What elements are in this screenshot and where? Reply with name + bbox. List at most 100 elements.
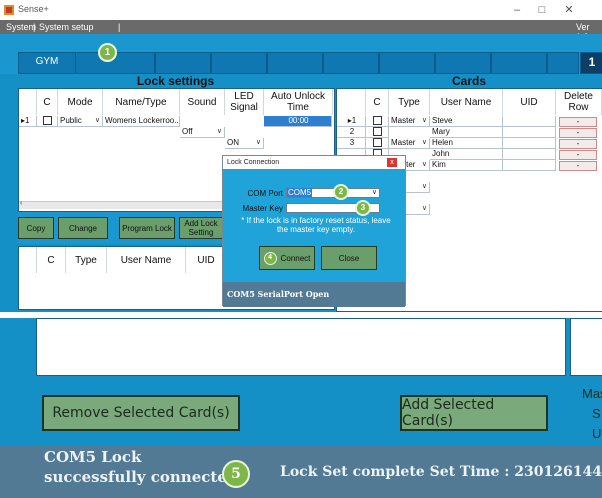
side-label: Mas bbox=[582, 386, 602, 401]
card-row-checkbox[interactable] bbox=[366, 127, 389, 138]
column-header[interactable]: UID bbox=[186, 247, 227, 273]
card-type-select[interactable]: Master bbox=[389, 138, 430, 149]
led-signal-select[interactable]: ON bbox=[225, 138, 264, 149]
delete-row-button[interactable]: - bbox=[559, 150, 597, 160]
zoomed-window: Remove Selected Card(s) Add Selected Car… bbox=[0, 318, 602, 498]
column-header[interactable]: Type bbox=[389, 89, 430, 115]
remove-selected-cards-button[interactable]: Remove Selected Card(s) bbox=[42, 395, 240, 431]
row-indicator: 3 bbox=[337, 138, 366, 149]
card-user-name[interactable]: Helen bbox=[430, 138, 503, 149]
tab-empty[interactable] bbox=[379, 52, 435, 74]
page-number: 1 bbox=[580, 52, 602, 74]
tab-gym[interactable]: GYM bbox=[18, 52, 76, 74]
dialog-status-bar: COM5 SerialPort Open bbox=[223, 282, 405, 307]
side-label: U bbox=[592, 426, 602, 441]
mode-select[interactable]: Public bbox=[58, 116, 103, 127]
step-badge-3: 3 bbox=[355, 200, 371, 216]
sound-select[interactable]: Off bbox=[180, 127, 225, 138]
step-badge-1: 1 bbox=[98, 43, 117, 62]
card-uid[interactable] bbox=[503, 127, 556, 138]
card-row-checkbox[interactable] bbox=[366, 138, 389, 149]
delete-row-button[interactable]: - bbox=[559, 161, 597, 171]
delete-row-button[interactable]: - bbox=[559, 117, 597, 127]
card-row-checkbox[interactable] bbox=[366, 116, 389, 127]
menu-bar: System | System setup | Ver 1.2 bbox=[0, 20, 602, 42]
lock-row-checkbox[interactable] bbox=[37, 116, 58, 127]
card-type-select[interactable]: Master bbox=[389, 116, 430, 127]
delete-row-button[interactable]: - bbox=[559, 139, 597, 149]
tab-empty[interactable] bbox=[155, 52, 211, 74]
row-indicator: 2 bbox=[337, 127, 366, 138]
card-uid[interactable] bbox=[503, 138, 556, 149]
column-header[interactable]: UID bbox=[503, 89, 556, 115]
tab-empty[interactable] bbox=[211, 52, 267, 74]
row-header-corner bbox=[337, 89, 366, 115]
step-badge-4: 4 bbox=[263, 251, 277, 265]
tab-empty[interactable] bbox=[491, 52, 547, 74]
menu-separator: | bbox=[118, 22, 121, 32]
master-key-note: * If the lock is in factory reset status… bbox=[241, 216, 391, 234]
column-header[interactable]: User Name bbox=[430, 89, 503, 115]
main-window: Sense+ – □ ✕ System | System setup | Ver… bbox=[0, 0, 602, 312]
status-line-2: successfully connected bbox=[44, 468, 238, 486]
card-uid[interactable] bbox=[503, 116, 556, 127]
delete-row-button[interactable]: - bbox=[559, 128, 597, 138]
connect-label: Connect bbox=[280, 253, 311, 263]
add-lock-setting-button[interactable]: Add Lock Setting bbox=[179, 217, 223, 239]
name-type-cell[interactable]: Womens Lockerroo... bbox=[103, 116, 180, 127]
copy-button[interactable]: Copy bbox=[18, 217, 54, 239]
column-header[interactable]: User Name bbox=[107, 247, 186, 273]
cards-title: Cards bbox=[451, 74, 486, 88]
lock-connection-dialog: Lock Connection x COM Port COM5 Master K… bbox=[222, 155, 406, 307]
card-uid[interactable] bbox=[503, 160, 556, 171]
status-line-1: COM5 Lock bbox=[44, 448, 142, 466]
column-header[interactable]: LED Signal bbox=[225, 89, 264, 115]
close-button[interactable]: Close bbox=[321, 246, 377, 270]
maximize-icon[interactable]: □ bbox=[531, 1, 553, 19]
close-icon[interactable]: ✕ bbox=[558, 1, 580, 19]
card-user-name[interactable]: John bbox=[430, 149, 503, 160]
tab-empty[interactable] bbox=[267, 52, 323, 74]
menu-separator: | bbox=[33, 22, 36, 32]
minimize-icon[interactable]: – bbox=[506, 1, 528, 19]
menu-system[interactable]: System bbox=[6, 22, 36, 32]
tab-empty[interactable] bbox=[323, 52, 379, 74]
row-header-corner bbox=[19, 89, 37, 115]
tab-empty[interactable] bbox=[435, 52, 491, 74]
title-bar: Sense+ – □ ✕ bbox=[0, 0, 602, 20]
column-header[interactable]: Delete Row bbox=[556, 89, 602, 115]
column-header[interactable]: C bbox=[37, 89, 58, 115]
com-port-value: COM5 bbox=[287, 188, 313, 197]
side-label: S bbox=[592, 406, 601, 421]
add-selected-cards-button[interactable]: Add Selected Card(s) bbox=[400, 395, 548, 431]
column-header[interactable]: Sound bbox=[180, 89, 225, 115]
card-uid[interactable] bbox=[503, 149, 556, 160]
column-header[interactable]: Name/Type bbox=[103, 89, 180, 115]
com-port-label: COM Port bbox=[247, 189, 283, 198]
connect-button[interactable]: 4 Connect bbox=[259, 246, 315, 270]
column-header[interactable]: C bbox=[366, 89, 389, 115]
auto-unlock-time-cell[interactable]: 00:00 bbox=[264, 116, 332, 127]
column-header[interactable]: C bbox=[37, 247, 66, 273]
change-button[interactable]: Change bbox=[58, 217, 108, 239]
column-header[interactable]: Mode bbox=[58, 89, 103, 115]
tab-empty[interactable] bbox=[547, 52, 579, 74]
dialog-close-icon[interactable]: x bbox=[387, 158, 397, 167]
row-indicator: ▸1 bbox=[19, 116, 37, 127]
card-user-name[interactable]: Kim bbox=[430, 160, 503, 171]
card-user-name[interactable]: Mary bbox=[430, 127, 503, 138]
column-header[interactable]: Type bbox=[66, 247, 107, 273]
menu-system-setup[interactable]: System setup bbox=[39, 22, 94, 32]
row-header-corner bbox=[19, 247, 37, 273]
dialog-title: Lock Connection bbox=[223, 156, 405, 169]
column-header[interactable]: Auto Unlock Time bbox=[264, 89, 333, 115]
step-badge-5: 5 bbox=[222, 460, 250, 488]
row-indicator: ▸1 bbox=[337, 116, 366, 127]
program-lock-button[interactable]: Program Lock bbox=[119, 217, 175, 239]
step-badge-2: 2 bbox=[333, 184, 349, 200]
connection-status-bar: COM5 Lock successfully connected 5 Lock … bbox=[0, 446, 602, 498]
master-key-label: Master Key bbox=[242, 204, 283, 213]
scroll-left-icon[interactable]: ‹ bbox=[20, 200, 22, 207]
app-title: Sense+ bbox=[18, 4, 49, 14]
card-user-name[interactable]: Steve bbox=[430, 116, 503, 127]
